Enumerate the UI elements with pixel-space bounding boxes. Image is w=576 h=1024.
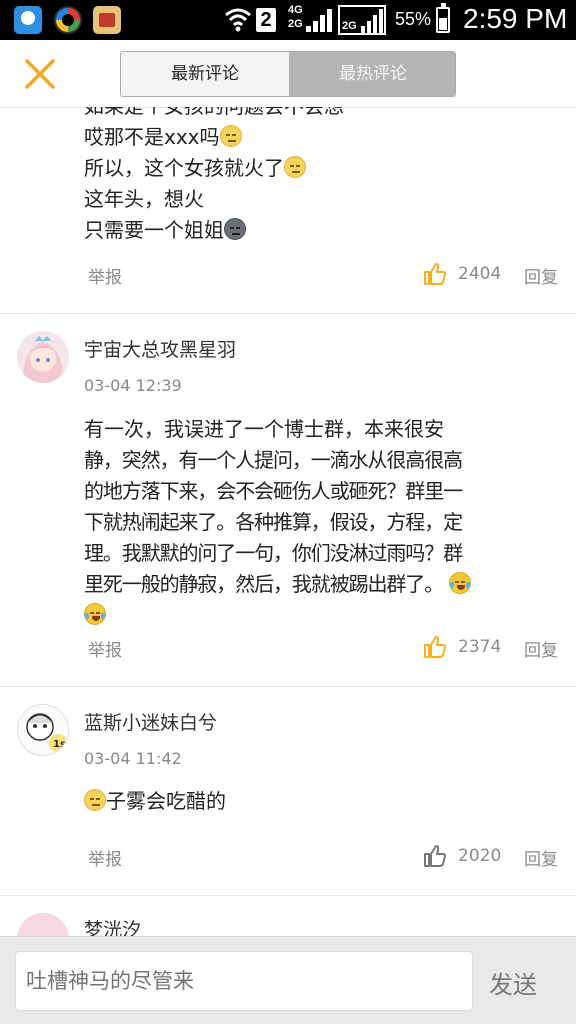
report-button[interactable]: 举报 (88, 263, 122, 288)
avatar-badge-text: 1s (53, 739, 66, 750)
close-icon[interactable] (22, 56, 58, 92)
comment-item: 梦洸汐 (0, 896, 576, 936)
network-type-label: 4G 2G (288, 4, 303, 30)
comment-date: 03-04 11:42 (84, 749, 182, 768)
username[interactable]: 宇宙大总攻黑星羽 (84, 335, 236, 362)
contacts-app-icon (14, 6, 42, 34)
report-button[interactable]: 举报 (88, 845, 122, 870)
sleepy-emoji-icon (84, 789, 106, 811)
sleepy-emoji-icon (284, 156, 306, 178)
browser-app-icon (54, 6, 82, 34)
avatar[interactable] (17, 913, 69, 936)
comment-text-line: 如果是个女孩的问题会不会想 (84, 94, 344, 118)
comment-text-line: 只需要一个姐姐 (84, 218, 224, 242)
send-button[interactable]: 发送 (489, 965, 537, 1000)
comment-text: 子雾会吃醋的 (84, 786, 562, 817)
comment-text-line: 的地方落下来，会不会砸伤人或砸死？群里一 (84, 479, 463, 503)
wifi-icon (225, 8, 251, 32)
comment-input[interactable] (15, 951, 473, 1011)
reply-button[interactable]: 回复 (524, 263, 558, 288)
comment-text-line: 所以，这个女孩就火了 (84, 156, 284, 180)
comment-text-line: 理。我默默的问了一句，你们没淋过雨吗？群 (84, 541, 463, 565)
sim-slot-icon: 2 (256, 8, 276, 32)
comment-text-line: 有一次，我误进了一个博士群，本来很安 (84, 417, 444, 441)
username[interactable]: 蓝斯小迷妹白兮 (84, 708, 217, 735)
thumbs-up-icon[interactable] (423, 844, 447, 868)
comment-text-line: 下就热闹起来了。各种推算，假设，方程，定 (84, 510, 463, 534)
username[interactable]: 梦洸汐 (84, 915, 141, 936)
comment-date: 03-04 12:39 (84, 376, 182, 395)
sleepy-emoji-icon (219, 125, 242, 147)
like-count: 2374 (458, 637, 502, 657)
reply-button[interactable]: 回复 (524, 845, 558, 870)
comment-text-line: 子雾会吃醋的 (106, 789, 226, 813)
comment-text-line: 静，突然，有一个人提问，一滴水从很高很高 (84, 448, 463, 472)
battery-percent: 55% (395, 9, 432, 29)
comment-item: 1s 蓝斯小迷妹白兮 03-04 11:42 子雾会吃醋的 举报 2020 回复 (0, 687, 576, 896)
secondary-signal-icon: 2G (338, 5, 386, 35)
thumbs-up-icon[interactable] (423, 262, 447, 286)
comment-text-line: 哎那不是xxx吗 (84, 125, 220, 149)
reply-button[interactable]: 回复 (524, 636, 558, 661)
comment-item: 如果是个女孩的问题会不会想 哎那不是xxx吗 所以，这个女孩就火了 这年头，想火… (0, 107, 576, 314)
thumbs-up-icon[interactable] (423, 635, 447, 659)
shop-app-icon (93, 6, 121, 34)
tears-of-joy-emoji-icon (449, 572, 472, 594)
signal-strength-icon (306, 9, 332, 32)
status-bar: 2 4G 2G 2G 55% 2:59 PM (0, 0, 576, 40)
comment-item: 宇宙大总攻黑星羽 03-04 12:39 有一次，我误进了一个博士群，本来很安 … (0, 314, 576, 687)
like-count: 2020 (458, 846, 502, 866)
comment-text-line: 里死一般的静寂，然后，我就被踢出群了。 (84, 572, 444, 596)
comment-input-bar: 发送 (0, 936, 576, 1024)
avatar[interactable] (17, 331, 69, 383)
dark-face-emoji-icon (224, 218, 246, 240)
avatar[interactable]: 1s (17, 704, 69, 756)
report-button[interactable]: 举报 (88, 636, 122, 661)
clock: 2:59 PM (463, 3, 568, 34)
comment-text: 如果是个女孩的问题会不会想 哎那不是xxx吗 所以，这个女孩就火了 这年头，想火… (84, 91, 562, 246)
comment-text-line: 这年头，想火 (84, 187, 204, 211)
comment-text: 有一次，我误进了一个博士群，本来很安 静，突然，有一个人提问，一滴水从很高很高 … (84, 414, 562, 631)
tears-of-joy-emoji-icon (84, 603, 106, 625)
battery-icon (436, 3, 450, 33)
like-count: 2404 (458, 264, 502, 284)
